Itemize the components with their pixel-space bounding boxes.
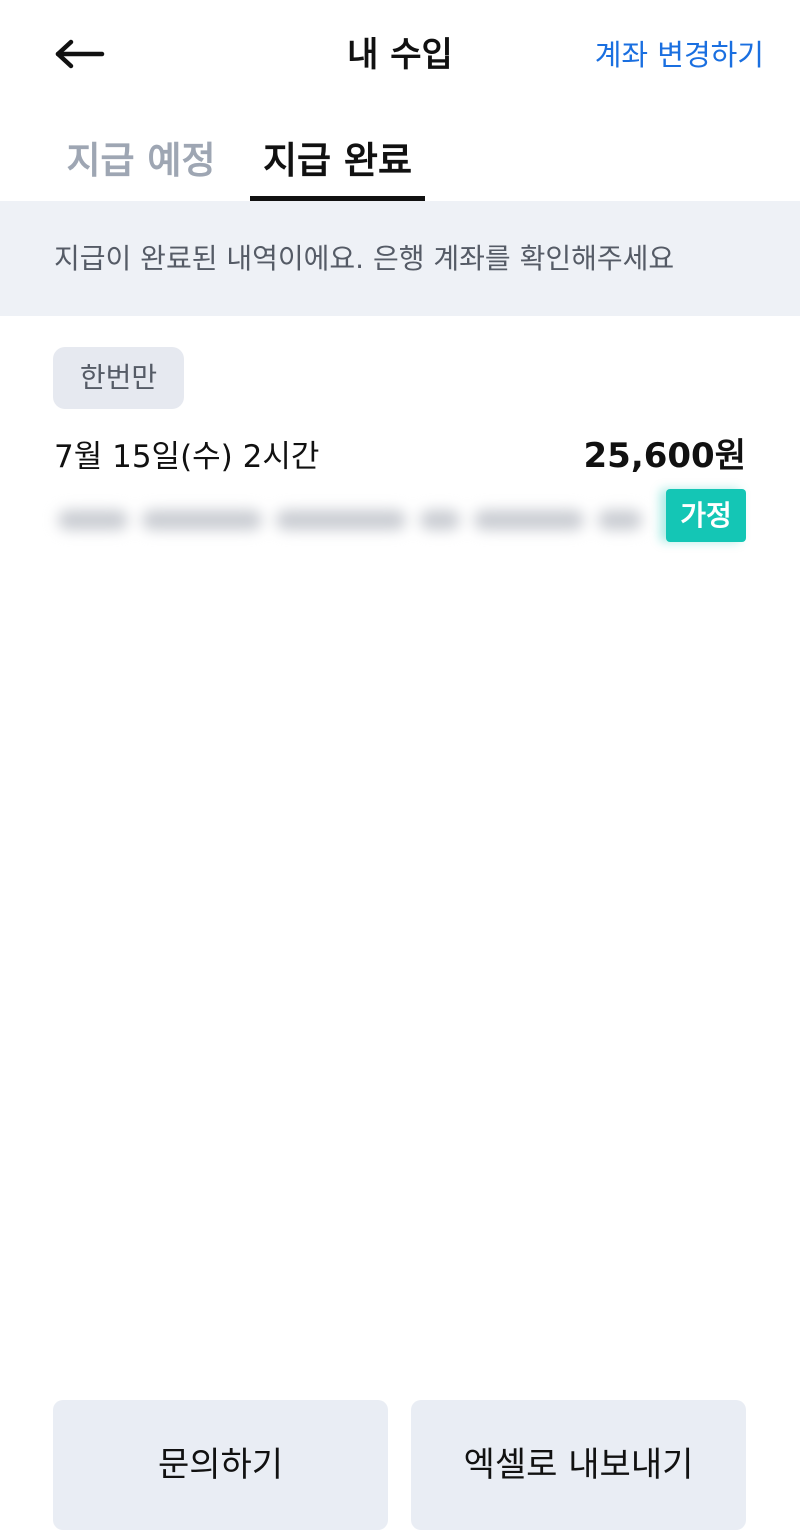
notice-banner: 지급이 완료된 내역이에요. 은행 계좌를 확인해주세요 xyxy=(0,201,800,316)
notice-text: 지급이 완료된 내역이에요. 은행 계좌를 확인해주세요 xyxy=(54,242,675,275)
export-excel-button[interactable]: 엑셀로 내보내기 xyxy=(411,1400,746,1530)
tab-pending-payment[interactable]: 지급 예정 xyxy=(56,120,226,201)
entry-date: 7월 15일(수) 2시간 xyxy=(54,439,320,475)
job-type-chip: 한번만 xyxy=(53,347,184,409)
inquiry-button[interactable]: 문의하기 xyxy=(53,1400,388,1530)
entry-amount: 25,600원 xyxy=(583,436,746,476)
tab-completed-payment[interactable]: 지급 완료 xyxy=(250,120,425,201)
payment-tabs: 지급 예정 지급 완료 xyxy=(0,120,800,201)
change-account-link[interactable]: 계좌 변경하기 xyxy=(595,30,764,80)
category-badge: 가정 xyxy=(666,489,746,542)
blurred-address xyxy=(50,500,650,540)
top-app-bar: 내 수입 계좌 변경하기 xyxy=(0,0,800,112)
